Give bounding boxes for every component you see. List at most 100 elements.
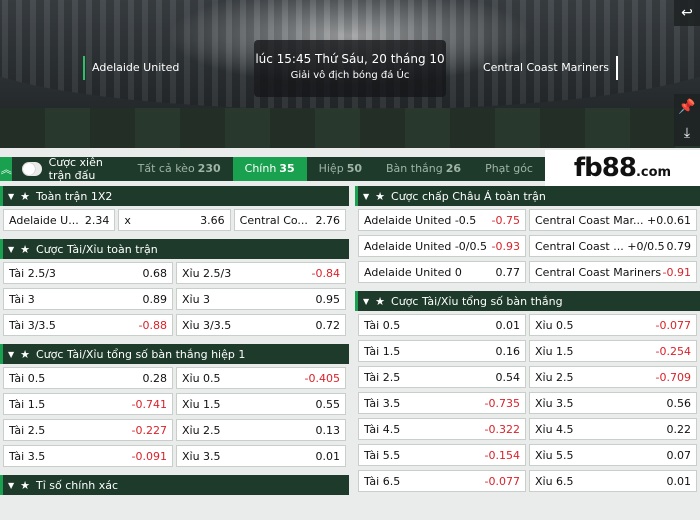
odds-value: -0.077 (484, 474, 520, 488)
odds-cell[interactable]: Tài 5.5 -0.154 (358, 444, 526, 466)
odds-cell[interactable]: Tài 3.5 -0.091 (3, 445, 173, 467)
odds-cell[interactable]: Adelaide United -0/0.5 -0.93 (358, 235, 526, 257)
odds-value: 0.16 (495, 344, 521, 358)
odds-value: 0.79 (666, 239, 692, 253)
chevron-down-icon[interactable]: ▼ (363, 297, 369, 306)
odds-cell[interactable]: Central Coast Mar... +0.5 0.61 (529, 209, 697, 231)
market-panel-header[interactable]: ▼ ★ Cược chấp Châu Á toàn trận (355, 186, 700, 206)
market-title: Cược Tài/Xỉu tổng số bàn thắng (391, 294, 563, 308)
market-panel-header[interactable]: ▼ ★ Cược Tài/Xỉu tổng số bàn thắng hiệp 1 (0, 344, 349, 364)
chevron-down-icon[interactable]: ▼ (363, 192, 369, 201)
parlay-toggle-label: Cược xiên trận đấu (48, 156, 103, 182)
market-tabbar: ︽ Cược xiên trận đấu Tất cả kèo 230 Chính… (0, 156, 545, 182)
odds-cell[interactable]: Adelaide United -0.5 -0.75 (358, 209, 526, 231)
tab-goals[interactable]: Bàn thắng 26 (374, 157, 473, 181)
odds-value: -0.88 (138, 318, 167, 332)
odds-cell[interactable]: Xỉu 0.5 -0.077 (529, 314, 697, 336)
odds-cell[interactable]: Tài 3.5 -0.735 (358, 392, 526, 414)
star-icon[interactable]: ★ (20, 479, 30, 492)
parlay-toggle[interactable] (22, 162, 42, 176)
odds-cell[interactable]: Tài 4.5 -0.322 (358, 418, 526, 440)
odds-cell[interactable]: Adelaide United 0 0.77 (358, 261, 526, 283)
odds-cell[interactable]: Xỉu 2.5 -0.709 (529, 366, 697, 388)
selection-label: Xỉu 2.5/3 (182, 266, 232, 280)
selection-label: Tài 3/3.5 (9, 318, 56, 332)
odds-cell[interactable]: Xỉu 0.5 -0.405 (176, 367, 346, 389)
odds-cell[interactable]: Xỉu 3.5 0.01 (176, 445, 346, 467)
odds-value: -0.254 (655, 344, 691, 358)
market-panel-header[interactable]: ▼ ★ Toàn trận 1X2 (0, 186, 349, 206)
star-icon[interactable]: ★ (20, 243, 30, 256)
tab-all[interactable]: Tất cả kèo 230 (126, 157, 233, 181)
odds-cell[interactable]: Xỉu 4.5 0.22 (529, 418, 697, 440)
tab-label: Bàn thắng (386, 162, 443, 175)
market-title: Cược Tài/Xỉu tổng số bàn thắng hiệp 1 (36, 347, 246, 361)
market-panel-header[interactable]: ▼ ★ Cược Tài/Xỉu toàn trận (0, 239, 349, 259)
collapse-all-icon[interactable]: ︽ (0, 157, 13, 181)
download-icon[interactable]: ⤓ (674, 120, 700, 146)
odds-cell[interactable]: Tài 6.5 -0.077 (358, 470, 526, 492)
tab-main[interactable]: Chính 35 (232, 157, 307, 181)
odds-cell[interactable]: Central Co... 2.76 (233, 209, 346, 231)
odds-value: 2.76 (315, 213, 340, 227)
star-icon[interactable]: ★ (375, 295, 385, 308)
odds-row: Adelaide United -0/0.5 -0.93 Central Coast… (358, 235, 697, 257)
star-icon[interactable]: ★ (20, 190, 30, 203)
undo-icon[interactable]: ↩ (674, 0, 700, 26)
odds-cell[interactable]: Xỉu 3.5 0.56 (529, 392, 697, 414)
chevron-down-icon[interactable]: ▼ (8, 245, 14, 254)
selection-label: Xỉu 3/3.5 (182, 318, 232, 332)
odds-cell[interactable]: x 3.66 (118, 209, 231, 231)
odds-value: -0.75 (491, 213, 520, 227)
star-icon[interactable]: ★ (20, 348, 30, 361)
market-title: Toàn trận 1X2 (36, 189, 113, 203)
match-banner: Adelaide United Central Coast Mariners l… (0, 0, 700, 148)
odds-cell[interactable]: Tài 2.5/3 0.68 (3, 262, 173, 284)
odds-cell[interactable]: Xỉu 3/3.5 0.72 (176, 314, 346, 336)
selection-label: Tài 4.5 (364, 422, 401, 436)
chevron-down-icon[interactable]: ▼ (8, 481, 14, 490)
tab-half[interactable]: Hiệp 50 (307, 157, 374, 181)
selection-label: Xỉu 6.5 (535, 474, 574, 488)
league-name: Giải vô địch bóng đá Úc (290, 70, 410, 81)
pin-icon[interactable]: 📌 (674, 94, 700, 120)
selection-label: Tài 1.5 (364, 344, 401, 358)
star-icon[interactable]: ★ (375, 190, 385, 203)
odds-cell[interactable]: Xỉu 5.5 0.07 (529, 444, 697, 466)
odds-cell[interactable]: Xỉu 1.5 0.55 (176, 393, 346, 415)
odds-cell[interactable]: Tài 0.5 0.01 (358, 314, 526, 336)
odds-rows: Tài 2.5/3 0.68 Xỉu 2.5/3 -0.84 Tài 3 0.89 Xỉu … (0, 259, 349, 344)
odds-cell[interactable]: Tài 2.5 -0.227 (3, 419, 173, 441)
odds-value: 0.54 (495, 370, 521, 384)
market-panel-header[interactable]: ▼ ★ Tỉ số chính xác (0, 475, 349, 495)
odds-cell[interactable]: Tài 2.5 0.54 (358, 366, 526, 388)
odds-cell[interactable]: Xỉu 3 0.95 (176, 288, 346, 310)
right-markets-column: ▼ ★ Cược chấp Châu Á toàn trận Adelaide Uni… (355, 186, 700, 500)
odds-row: Tài 4.5 -0.322 Xỉu 4.5 0.22 (358, 418, 697, 440)
odds-cell[interactable]: Tài 1.5 -0.741 (3, 393, 173, 415)
odds-value: 0.95 (315, 292, 341, 306)
selection-label: Xỉu 0.5 (182, 371, 221, 385)
odds-cell[interactable]: Xỉu 1.5 -0.254 (529, 340, 697, 362)
chevron-down-icon[interactable]: ▼ (8, 350, 14, 359)
odds-cell[interactable]: Tài 1.5 0.16 (358, 340, 526, 362)
market-panel-header[interactable]: ▼ ★ Cược Tài/Xỉu tổng số bàn thắng (355, 291, 700, 311)
odds-cell[interactable]: Adelaide U... 2.34 (3, 209, 116, 231)
market-panel: ▼ ★ Toàn trận 1X2 Adelaide U... 2.34 x 3.66 Cen… (0, 186, 349, 239)
odds-cell[interactable]: Xỉu 6.5 0.01 (529, 470, 697, 492)
odds-value: 0.89 (142, 292, 168, 306)
selection-label: Tài 0.5 (364, 318, 401, 332)
chevron-down-icon[interactable]: ▼ (8, 192, 14, 201)
odds-cell[interactable]: Central Coast ... +0/0.5 0.79 (529, 235, 697, 257)
odds-value: -0.84 (311, 266, 340, 280)
odds-cell[interactable]: Tài 3/3.5 -0.88 (3, 314, 173, 336)
selection-label: Adelaide United -0.5 (364, 213, 477, 227)
odds-cell[interactable]: Xỉu 2.5/3 -0.84 (176, 262, 346, 284)
tab-corners[interactable]: Phạt góc (473, 157, 545, 181)
odds-cell[interactable]: Xỉu 2.5 0.13 (176, 419, 346, 441)
selection-label: Xỉu 4.5 (535, 422, 574, 436)
odds-cell[interactable]: Central Coast Mariners 0 -0.91 (529, 261, 697, 283)
odds-cell[interactable]: Tài 3 0.89 (3, 288, 173, 310)
odds-cell[interactable]: Tài 0.5 0.28 (3, 367, 173, 389)
selection-label: Tài 6.5 (364, 474, 401, 488)
